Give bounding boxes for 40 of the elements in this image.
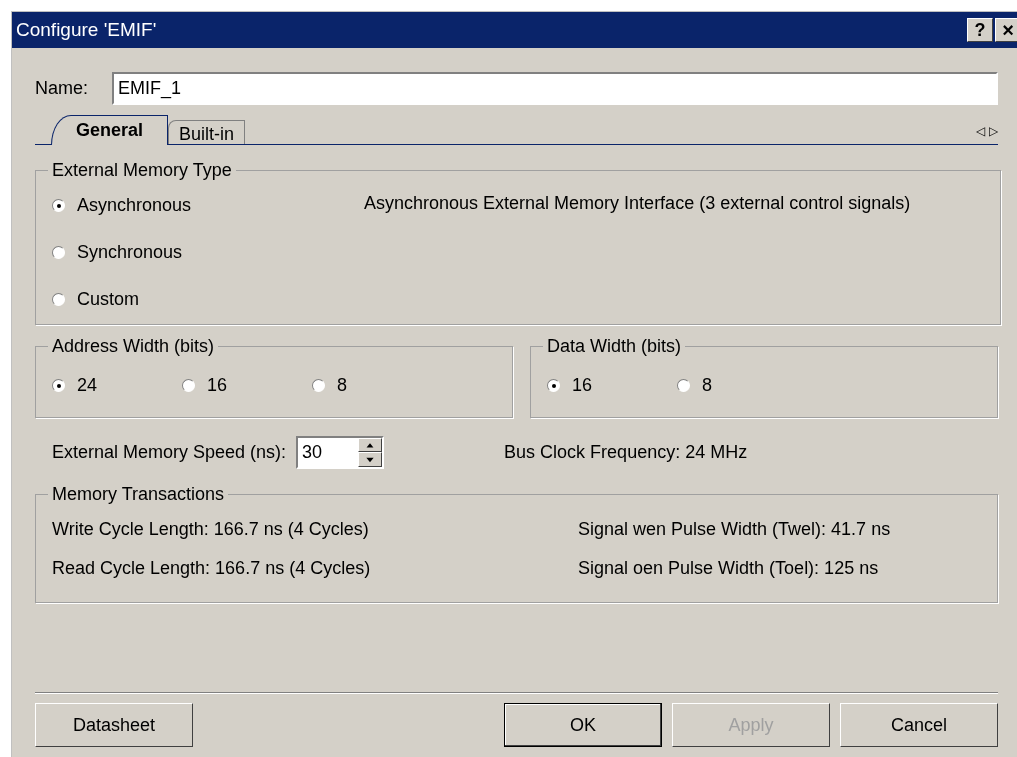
radio-label: 8 [702, 374, 712, 397]
radio-label: Asynchronous [77, 194, 192, 217]
radio-button[interactable] [52, 379, 65, 392]
radio-button[interactable] [677, 379, 690, 392]
radio-button[interactable] [312, 379, 325, 392]
window-title: Configure 'EMIF' [16, 17, 158, 42]
radio-label: 16 [572, 374, 593, 397]
radio-button[interactable] [52, 199, 65, 212]
group-title: Memory Transactions [51, 483, 226, 506]
group-title: External Memory Type [51, 159, 233, 182]
speed-spinner[interactable]: 30 [296, 436, 385, 469]
group-title: Data Width (bits) [546, 335, 683, 358]
close-button[interactable]: × [995, 18, 1017, 42]
tab[interactable]: General [51, 115, 169, 145]
dialog-button[interactable]: OK [504, 703, 662, 747]
transaction-text: Signal oen Pulse Width (Toel): 125 ns [578, 557, 879, 580]
bus-clock-text: Bus Clock Frequency: 24 MHz [504, 441, 748, 464]
group-title: Address Width (bits) [51, 335, 216, 358]
radio-button[interactable] [52, 293, 65, 306]
speed-label: External Memory Speed (ns): [52, 441, 287, 464]
dialog-button[interactable]: Cancel [840, 703, 998, 747]
dialog-button[interactable]: Datasheet [35, 703, 193, 747]
transaction-text: Write Cycle Length: 166.7 ns (4 Cycles) [52, 518, 370, 541]
tab[interactable]: Built-in [168, 120, 246, 144]
radio-button[interactable] [547, 379, 560, 392]
transaction-text: Signal wen Pulse Width (Twel): 41.7 ns [578, 518, 891, 541]
radio-button[interactable] [52, 246, 65, 259]
name-label: Name: [35, 77, 88, 100]
scroll-left-button[interactable]: ◁ [976, 122, 985, 140]
radio-label: 8 [337, 374, 347, 397]
help-button[interactable]: ? [967, 18, 993, 42]
scroll-right-button[interactable]: ▷ [989, 122, 998, 140]
radio-label: 24 [77, 374, 98, 397]
radio-label: 16 [207, 374, 228, 397]
memory-type-description: Asynchronous External Memory Interface (3 external control signals) [364, 192, 912, 215]
radio-label: Custom [77, 288, 139, 311]
radio-button[interactable] [182, 379, 195, 392]
name-field[interactable]: EMIF_1 [112, 72, 998, 105]
radio-label: Synchronous [77, 241, 183, 264]
transaction-text: Read Cycle Length: 166.7 ns (4 Cycles) [52, 557, 372, 580]
